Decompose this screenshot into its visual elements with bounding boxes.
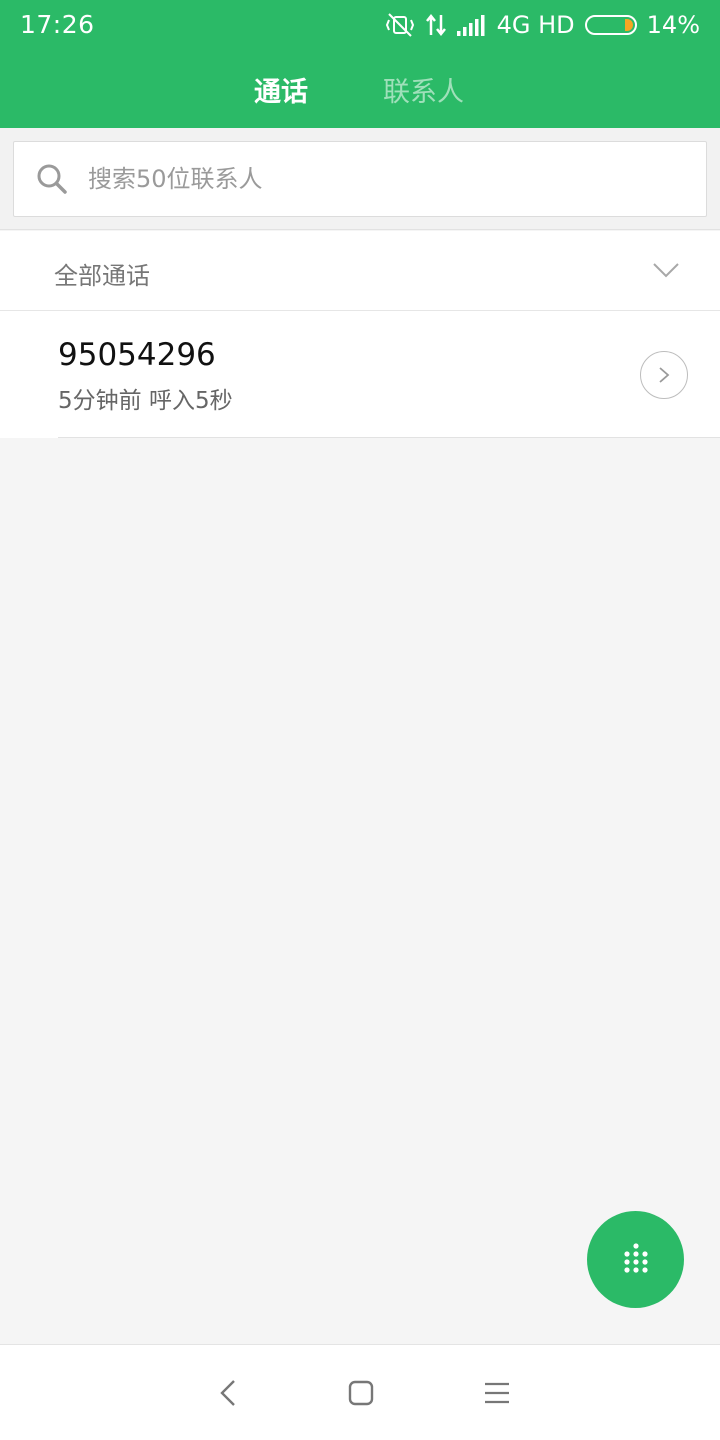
network-type: 4G HD	[496, 11, 575, 39]
status-bar: 17:26 4G HD 14%	[0, 0, 720, 52]
back-icon	[220, 1380, 235, 1406]
tab-contacts[interactable]: 联系人	[383, 70, 464, 109]
signal-icon	[456, 14, 487, 36]
data-transfer-icon	[425, 13, 447, 37]
search-box[interactable]	[13, 141, 707, 217]
tab-calls[interactable]: 通话	[254, 70, 308, 109]
call-number: 95054296	[58, 337, 216, 373]
status-icons: 4G HD 14%	[385, 8, 700, 42]
dialpad-icon	[623, 1242, 648, 1273]
system-nav-bar	[0, 1344, 720, 1440]
vibrate-off-icon	[385, 12, 415, 38]
home-icon	[348, 1380, 374, 1406]
filter-label: 全部通话	[54, 262, 150, 290]
nav-back-button[interactable]	[204, 1369, 252, 1417]
call-detail-button[interactable]	[640, 351, 688, 399]
app-header: 17:26 4G HD 14% 通话 联系人	[0, 0, 720, 128]
chevron-down-icon	[652, 261, 680, 283]
call-meta: 5分钟前 呼入5秒	[58, 388, 233, 414]
status-time: 17:26	[20, 10, 95, 39]
battery-percent: 14%	[646, 11, 700, 39]
search-section	[0, 128, 720, 230]
chevron-right-icon	[659, 367, 670, 383]
battery-fill	[624, 19, 633, 31]
call-log-item[interactable]: 95054296 5分钟前 呼入5秒	[0, 311, 720, 438]
call-filter-dropdown[interactable]: 全部通话	[0, 231, 720, 311]
nav-home-button[interactable]	[337, 1369, 385, 1417]
battery-icon	[584, 15, 637, 35]
search-icon	[36, 163, 68, 199]
nav-menu-button[interactable]	[473, 1369, 521, 1417]
search-input[interactable]	[88, 154, 688, 204]
menu-icon	[485, 1382, 509, 1404]
tab-bar: 通话 联系人	[0, 60, 720, 120]
dialpad-button[interactable]	[587, 1211, 684, 1308]
